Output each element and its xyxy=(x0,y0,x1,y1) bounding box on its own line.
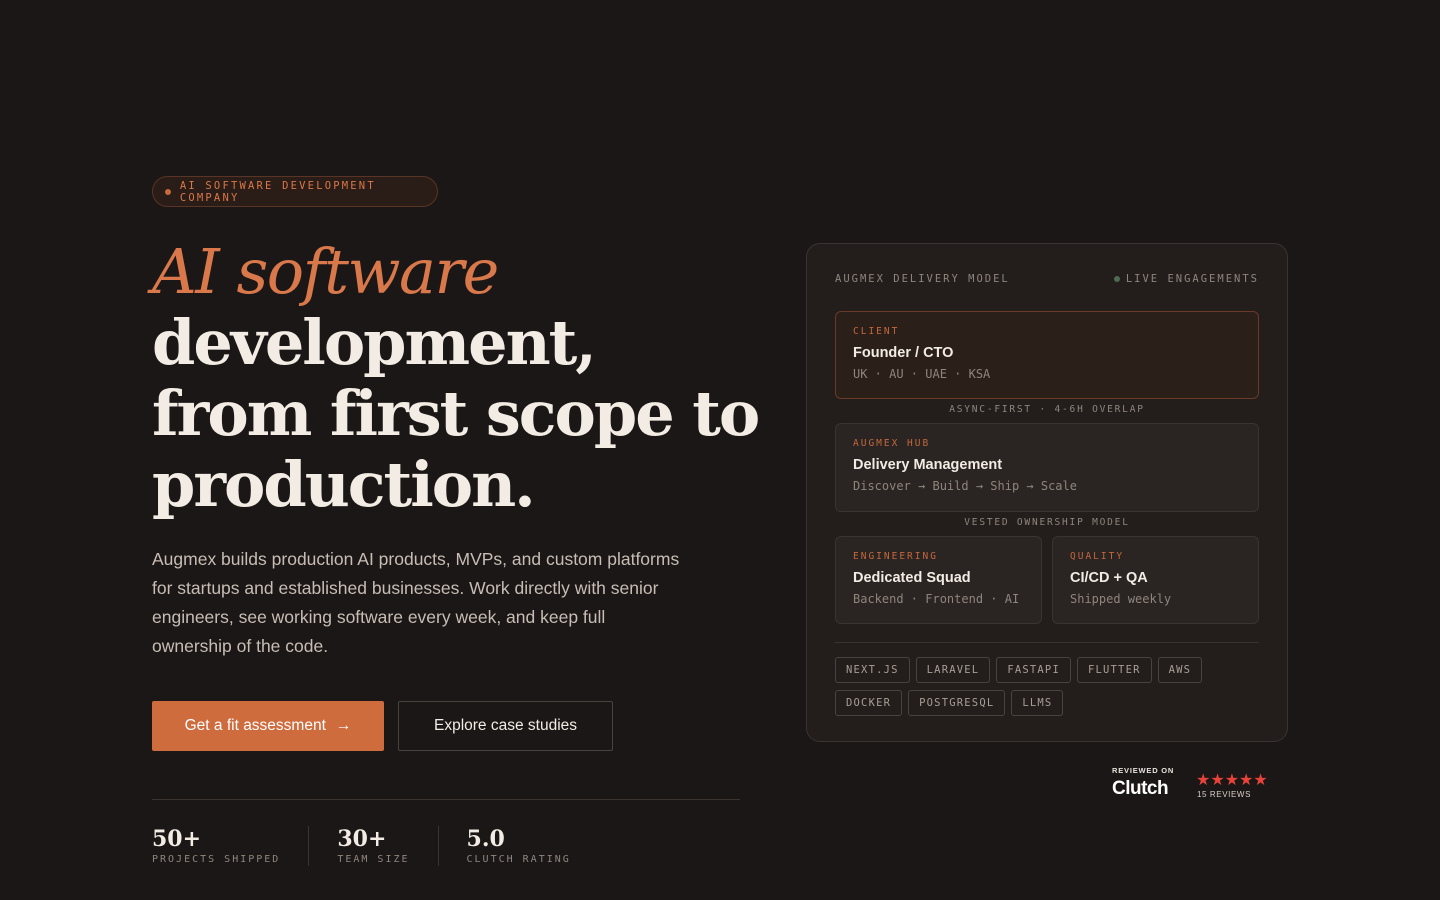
stat-value: 50+ xyxy=(152,826,202,852)
hero-badge-label: AI SOFTWARE DEVELOPMENT COMPANY xyxy=(179,179,376,204)
headline-line-3: from first scope to xyxy=(152,377,760,450)
tech-chip: FASTAPI xyxy=(996,657,1071,683)
clutch-logo: Clutch xyxy=(1112,778,1169,799)
client-title: Founder / CTO xyxy=(853,345,954,361)
tech-chip: DOCKER xyxy=(835,690,903,716)
stat-label: TEAM SIZE xyxy=(337,854,410,865)
engineering-tag: ENGINEERING xyxy=(853,551,938,562)
tech-chip: NEXT.JS xyxy=(835,657,910,683)
connector-async: ASYNC-FIRST · 4-6H OVERLAP xyxy=(949,404,1145,415)
hero-badge: AI SOFTWARE DEVELOPMENT COMPANY xyxy=(152,176,438,207)
stat-projects: 50+ PROJECTS SHIPPED xyxy=(152,826,310,866)
stat-rating: 5.0 CLUTCH RATING xyxy=(467,826,599,866)
tech-chips: NEXT.JS LARAVEL FASTAPI FLUTTER AWS DOCK… xyxy=(835,657,1259,716)
client-tag: CLIENT xyxy=(853,326,900,337)
tech-chip: POSTGRESQL xyxy=(908,690,1006,716)
stat-value: 5.0 xyxy=(466,826,505,852)
headline-accent: AI software xyxy=(152,235,499,308)
delivery-model-card: AUGMEX DELIVERY MODEL LIVE ENGAGEMENTS C… xyxy=(806,243,1288,742)
stat-label: PROJECTS SHIPPED xyxy=(152,854,281,865)
client-sub: UK · AU · UAE · KSA xyxy=(853,367,991,381)
fit-assessment-button[interactable]: Get a fit assessment → xyxy=(152,701,384,751)
engineering-box: ENGINEERING Dedicated Squad Backend · Fr… xyxy=(835,536,1042,624)
tech-chip: LARAVEL xyxy=(915,657,991,683)
headline-line-2: development, xyxy=(152,306,597,379)
live-dot-icon xyxy=(1113,276,1120,282)
stat-value: 30+ xyxy=(337,826,387,852)
quality-tag: QUALITY xyxy=(1070,551,1125,562)
card-separator xyxy=(835,642,1259,643)
badge-dot-icon xyxy=(165,188,171,195)
hero-headline: AI software development, from first scop… xyxy=(152,236,792,520)
fit-assessment-label: Get a fit assessment xyxy=(184,717,326,734)
stat-label: CLUTCH RATING xyxy=(466,854,571,865)
hub-sub: Discover → Build → Ship → Scale xyxy=(853,479,1077,493)
live-engagements: LIVE ENGAGEMENTS xyxy=(1113,273,1259,285)
clutch-badge[interactable]: REVIEWED ON Clutch ★★★★★ 15 REVIEWS xyxy=(1112,764,1292,804)
case-studies-button[interactable]: Explore case studies xyxy=(398,701,613,751)
star-rating-icon: ★★★★★ xyxy=(1196,772,1268,789)
arrow-right-icon: → xyxy=(335,717,352,734)
quality-title: CI/CD + QA xyxy=(1070,570,1148,586)
card-header: AUGMEX DELIVERY MODEL LIVE ENGAGEMENTS xyxy=(835,273,1259,285)
hub-tag: AUGMEX HUB xyxy=(853,438,931,449)
card-title: AUGMEX DELIVERY MODEL xyxy=(835,273,1010,285)
tech-chip: LLMS xyxy=(1011,690,1064,716)
quality-box: QUALITY CI/CD + QA Shipped weekly xyxy=(1052,536,1259,624)
stats-row: 50+ PROJECTS SHIPPED 30+ TEAM SIZE 5.0 C… xyxy=(152,826,627,866)
hero-lead: Augmex builds production AI products, MV… xyxy=(152,549,680,656)
tech-chip: AWS xyxy=(1157,657,1203,683)
connector-ownership: VESTED OWNERSHIP MODEL xyxy=(964,517,1130,528)
quality-sub: Shipped weekly xyxy=(1070,592,1172,606)
engineering-title: Dedicated Squad xyxy=(853,570,971,586)
hub-box: AUGMEX HUB Delivery Management Discover … xyxy=(835,423,1259,512)
stats-divider xyxy=(152,799,740,800)
clutch-reviewed-on: REVIEWED ON xyxy=(1112,766,1175,775)
client-box: CLIENT Founder / CTO UK · AU · UAE · KSA xyxy=(835,311,1259,399)
engineering-sub: Backend · Frontend · AI xyxy=(853,592,1020,606)
headline-line-4: production. xyxy=(152,448,536,521)
live-label: LIVE ENGAGEMENTS xyxy=(1125,273,1259,285)
tech-chip: FLUTTER xyxy=(1076,657,1152,683)
clutch-review-count: 15 REVIEWS xyxy=(1197,790,1252,799)
hub-title: Delivery Management xyxy=(853,457,1003,473)
stat-team: 30+ TEAM SIZE xyxy=(337,826,439,866)
